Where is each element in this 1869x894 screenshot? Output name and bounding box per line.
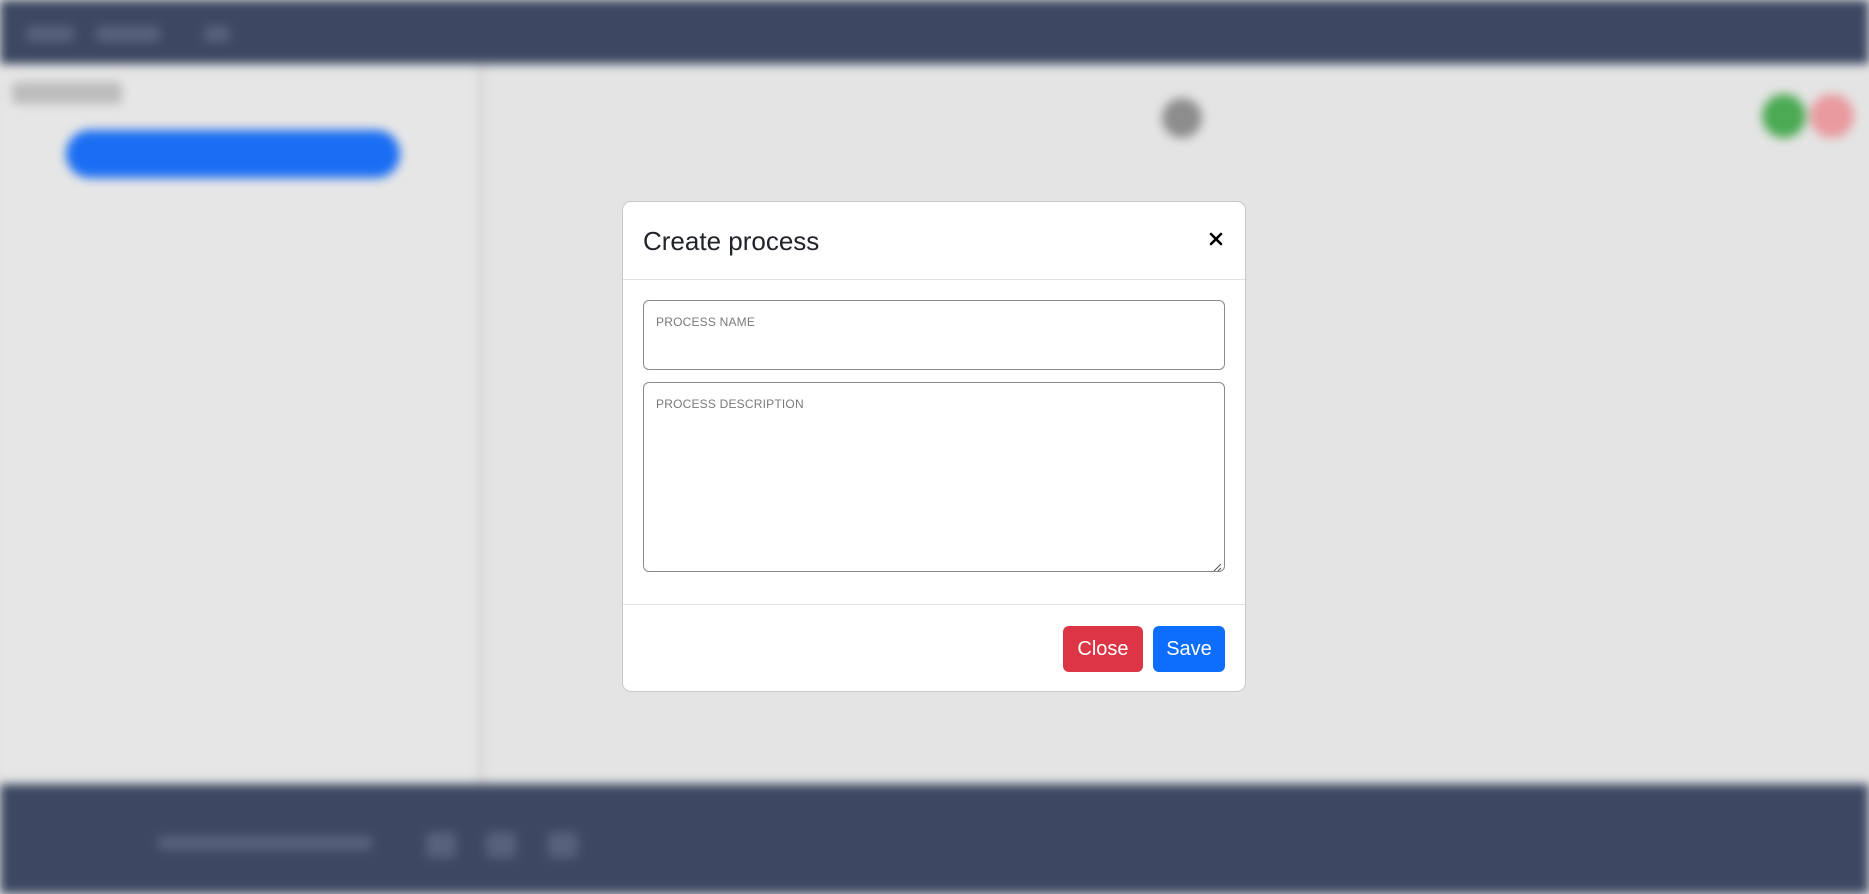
process-description-field[interactable]: PROCESS DESCRIPTION [643, 382, 1225, 572]
resize-handle-icon[interactable] [1212, 559, 1222, 572]
close-icon [1203, 226, 1229, 252]
process-description-label: PROCESS DESCRIPTION [656, 397, 804, 411]
create-process-modal: Create process PROCESS NAME PROCESS DESC… [622, 201, 1246, 692]
save-button[interactable]: Save [1153, 626, 1225, 672]
process-name-label: PROCESS NAME [656, 315, 756, 329]
modal-close-button[interactable] [1203, 226, 1229, 252]
modal-footer: Close Save [623, 604, 1245, 691]
process-description-textarea[interactable] [656, 417, 1212, 557]
modal-title: Create process [643, 226, 820, 256]
process-name-field[interactable]: PROCESS NAME [643, 300, 1225, 370]
close-button[interactable]: Close [1063, 626, 1143, 672]
modal-body: PROCESS NAME PROCESS DESCRIPTION [643, 300, 1225, 572]
modal-header: Create process [623, 202, 1245, 280]
process-name-input[interactable] [656, 335, 1212, 361]
